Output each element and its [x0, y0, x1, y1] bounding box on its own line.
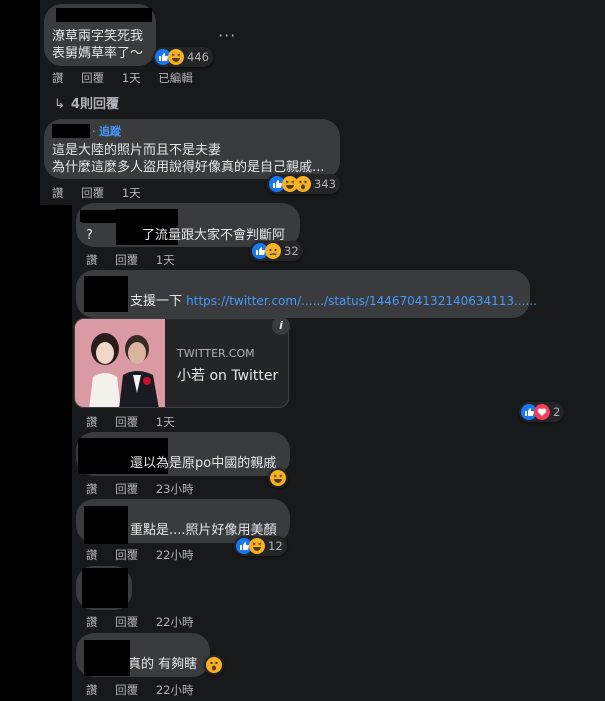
redacted-name	[82, 568, 128, 608]
timestamp[interactable]: 22小時	[156, 683, 194, 697]
view-replies-link[interactable]: ↳ 4則回覆	[54, 93, 119, 112]
reaction-count: 2	[553, 405, 561, 419]
reply-link[interactable]: 回覆	[115, 548, 138, 562]
reply-link[interactable]: 回覆	[115, 415, 138, 429]
timestamp[interactable]: 1天	[122, 71, 141, 85]
redacted-name	[52, 124, 90, 138]
reply-actions: 讚 回覆 1天	[86, 252, 175, 268]
reply-actions: 讚 回覆 23小時	[86, 481, 193, 497]
like-link[interactable]: 讚	[86, 415, 98, 429]
reaction-summary[interactable]: 2	[519, 402, 565, 422]
reply-link[interactable]: 回覆	[115, 253, 138, 267]
wow-icon	[206, 657, 222, 673]
comment-bubble[interactable]: · 追蹤 這是大陸的照片而且不是夫妻 為什麼這麼多人盜用說得好像真的是自己親戚.…	[44, 119, 340, 179]
like-link[interactable]: 讚	[86, 615, 98, 629]
timestamp[interactable]: 1天	[122, 186, 141, 200]
redacted-name	[84, 506, 128, 544]
comment-text-line: 表舅媽草率了～	[52, 46, 144, 61]
timestamp[interactable]: 1天	[156, 415, 175, 429]
redacted-name	[56, 8, 152, 22]
like-link[interactable]: 讚	[86, 253, 98, 267]
redacted-column	[0, 0, 40, 701]
haha-icon	[249, 538, 265, 554]
reply-text: 真的 有夠瞎	[128, 657, 198, 672]
redacted-name	[84, 276, 128, 312]
like-link[interactable]: 讚	[86, 548, 98, 562]
reply-text: 還以為是原po中國的親戚	[130, 456, 277, 471]
reply-link[interactable]: 回覆	[115, 683, 138, 697]
redacted-name	[84, 640, 130, 676]
timestamp[interactable]: 23小時	[156, 482, 194, 496]
like-link[interactable]: 讚	[86, 482, 98, 496]
comment-text-line: 潦草兩字笑死我	[52, 29, 144, 44]
like-link[interactable]: 讚	[52, 186, 64, 200]
reaction-count: 446	[187, 50, 209, 64]
comment-actions: 讚 回覆 1天	[52, 185, 141, 201]
more-options-icon[interactable]: ···	[218, 26, 236, 45]
follow-link[interactable]: 追蹤	[99, 125, 121, 138]
reply-actions: 讚 回覆 22小時	[86, 614, 193, 630]
sad-icon	[265, 243, 281, 259]
edited-label: 已編輯	[158, 71, 193, 85]
reply-bubble[interactable]: 支援一下 https://twitter.com/....../status/1…	[76, 270, 537, 318]
timestamp[interactable]: 22小時	[156, 548, 194, 562]
reply-arrow-icon: ↳	[54, 97, 65, 112]
redacted-avatar	[40, 205, 72, 701]
reply-actions: 讚 回覆 1天	[86, 414, 175, 430]
reaction-summary[interactable]: 12	[234, 536, 287, 556]
card-domain: TWITTER.COM	[177, 347, 255, 360]
redacted-name	[80, 210, 176, 222]
timestamp[interactable]: 1天	[156, 253, 175, 267]
haha-icon	[270, 470, 286, 486]
redacted-name	[78, 438, 128, 474]
reaction-summary[interactable]	[204, 655, 224, 675]
reply-prefix: ?	[86, 228, 93, 243]
comment-bubble[interactable]: 潦草兩字笑死我 表舅媽草率了～	[44, 4, 156, 66]
comment-actions: 讚 回覆 1天 已編輯	[52, 70, 193, 86]
reply-actions: 讚 回覆 22小時	[86, 547, 193, 563]
reaction-count: 343	[314, 177, 336, 191]
reply-link[interactable]: 回覆	[81, 71, 104, 85]
reaction-summary[interactable]: 32	[250, 241, 303, 261]
reply-link[interactable]: 回覆	[115, 482, 138, 496]
reply-text: 支援一下	[130, 294, 183, 309]
photo-thumbnail	[75, 319, 165, 407]
reply-link[interactable]: 回覆	[115, 615, 138, 629]
reaction-summary[interactable]	[268, 468, 288, 488]
tweet-link[interactable]: https://twitter.com/....../status/144670…	[186, 294, 537, 308]
timestamp[interactable]: 22小時	[156, 615, 194, 629]
comment-text-line: 這是大陸的照片而且不是夫妻	[52, 143, 222, 158]
love-icon	[534, 404, 550, 420]
reaction-count: 12	[268, 539, 283, 553]
reaction-summary[interactable]: 446	[153, 47, 213, 67]
like-link[interactable]: 讚	[52, 71, 64, 85]
reaction-count: 32	[284, 244, 299, 258]
reaction-summary[interactable]: 343	[267, 174, 340, 194]
haha-icon	[168, 49, 184, 65]
like-link[interactable]: 讚	[86, 683, 98, 697]
wow-icon	[295, 176, 311, 192]
link-preview-card[interactable]: TWITTER.COM 小若 on Twitter	[74, 318, 289, 408]
info-icon[interactable]: i	[272, 317, 290, 335]
reply-actions: 讚 回覆 22小時	[86, 682, 193, 698]
reply-link[interactable]: 回覆	[81, 186, 104, 200]
card-title: 小若 on Twitter	[177, 368, 279, 384]
